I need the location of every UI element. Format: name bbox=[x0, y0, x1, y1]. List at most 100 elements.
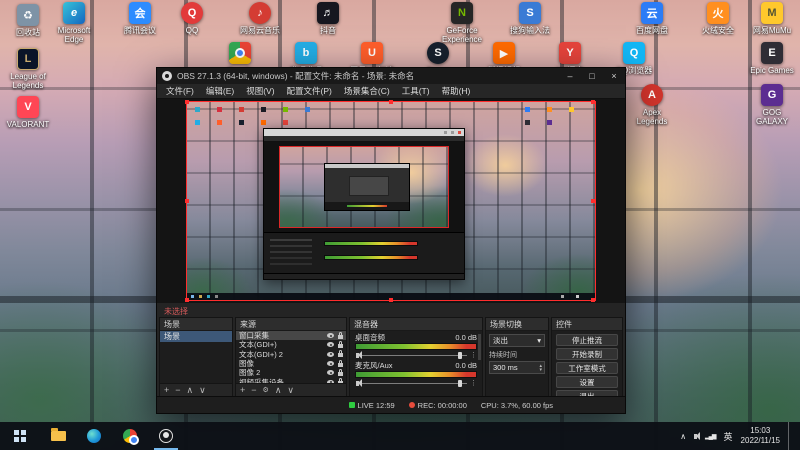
icon-glyph: U bbox=[368, 47, 376, 59]
add-source-button[interactable]: + bbox=[240, 385, 245, 395]
menu-edit[interactable]: 编辑(E) bbox=[200, 85, 240, 97]
desktop-icon-lol[interactable]: L League of Legends bbox=[4, 48, 52, 90]
obs-titlebar[interactable]: OBS 27.1.3 (64-bit, windows) - 配置文件: 未命名… bbox=[157, 68, 625, 84]
lock-icon[interactable] bbox=[338, 359, 343, 367]
slider-knob[interactable] bbox=[457, 351, 462, 359]
mini-audio-meter bbox=[324, 255, 418, 260]
tray-volume-icon[interactable] bbox=[694, 432, 701, 440]
scene-down-button[interactable]: ∨ bbox=[199, 385, 206, 395]
desktop-icon-gog[interactable]: G GOG GALAXY bbox=[748, 84, 796, 126]
visibility-eye-icon[interactable] bbox=[327, 370, 334, 376]
taskbar: ∧ ▂▄▆ 英 15:03 2022/11/15 bbox=[0, 422, 800, 450]
taskbar-obs[interactable] bbox=[148, 422, 184, 450]
tray-ime-indicator[interactable]: 英 bbox=[724, 430, 733, 443]
mixer-channel: 桌面音频 0.0 dB ⋮ bbox=[355, 334, 477, 359]
scenes-toolbar: + − ∧ ∨ bbox=[160, 383, 232, 396]
scene-up-button[interactable]: ∧ bbox=[187, 385, 194, 395]
desktop-icon-label: Apex Legends bbox=[636, 108, 668, 126]
notification-center-button[interactable] bbox=[788, 422, 794, 450]
remove-source-button[interactable]: − bbox=[251, 385, 256, 395]
controls-dock: 控件 停止推流 开始录制 工作室模式 设置 退出 bbox=[551, 317, 623, 397]
studio-mode-button[interactable]: 工作室模式 bbox=[556, 362, 618, 374]
desktop-icon-geforce[interactable]: N GeForce Experience bbox=[438, 2, 486, 44]
channel-menu-icon[interactable]: ⋮ bbox=[470, 379, 477, 387]
menu-view[interactable]: 视图(V) bbox=[240, 85, 280, 97]
stop-streaming-button[interactable]: 停止推流 bbox=[556, 334, 618, 346]
no-source-selected-label: 未选择 bbox=[164, 307, 188, 316]
taskbar-file-explorer[interactable] bbox=[40, 422, 76, 450]
desktop-icon-recycle-bin[interactable]: ♻ 回收站 bbox=[4, 4, 52, 37]
lock-icon[interactable] bbox=[338, 331, 343, 339]
lock-icon[interactable] bbox=[338, 340, 343, 348]
tencent-video-icon: ▶ bbox=[493, 42, 515, 64]
visibility-eye-icon[interactable] bbox=[327, 379, 334, 383]
source-row[interactable]: 视频采集设备 bbox=[236, 377, 346, 383]
source-up-button[interactable]: ∧ bbox=[275, 385, 282, 395]
captured-source-level-1[interactable] bbox=[185, 100, 596, 301]
desktop-icon-mumu[interactable]: M 网易MuMu bbox=[748, 2, 796, 35]
transition-select[interactable]: 淡出 ▾ bbox=[489, 334, 545, 347]
desktop-icon-qq[interactable]: Q QQ bbox=[168, 2, 216, 35]
desktop-icon-sogou[interactable]: S 搜狗输入法 bbox=[506, 2, 554, 35]
tray-chevron-up-icon[interactable]: ∧ bbox=[680, 432, 686, 441]
desktop-icon-netease-music[interactable]: ♪ 网易云音乐 bbox=[236, 2, 284, 35]
icon-glyph: L bbox=[24, 53, 32, 65]
menu-scene-collection[interactable]: 场景集合(C) bbox=[338, 85, 396, 97]
taskbar-edge[interactable] bbox=[76, 422, 112, 450]
menu-profile[interactable]: 配置文件(P) bbox=[281, 85, 338, 97]
lock-icon[interactable] bbox=[338, 378, 343, 383]
transition-selected-value: 淡出 bbox=[493, 336, 508, 345]
spinner-arrows[interactable]: ▴ ▾ bbox=[539, 363, 542, 372]
slider-track[interactable] bbox=[362, 351, 467, 359]
desktop-icon-label: 百度网盘 bbox=[636, 26, 668, 35]
visibility-eye-icon[interactable] bbox=[327, 361, 334, 367]
source-properties-gear-icon[interactable]: ⚙ bbox=[263, 387, 269, 394]
menu-help[interactable]: 帮助(H) bbox=[436, 85, 477, 97]
visibility-eye-icon[interactable] bbox=[327, 351, 334, 357]
source-down-button[interactable]: ∨ bbox=[287, 385, 294, 395]
scene-name: 场景 bbox=[164, 332, 180, 341]
windows-logo-icon bbox=[14, 430, 26, 442]
taskbar-chrome[interactable] bbox=[112, 422, 148, 450]
desktop-icon-baidu-netdisk[interactable]: 云 百度网盘 bbox=[628, 2, 676, 35]
steam-icon: S bbox=[427, 42, 449, 64]
desktop-icon-epic[interactable]: E Epic Games bbox=[748, 42, 796, 75]
duration-spinner[interactable]: 300 ms ▴ ▾ bbox=[489, 361, 545, 374]
maximize-button[interactable]: □ bbox=[581, 68, 603, 84]
volume-slider[interactable]: ⋮ bbox=[355, 379, 477, 387]
desktop-icon-huorong[interactable]: 火 火绒安全 bbox=[694, 2, 742, 35]
lock-icon[interactable] bbox=[338, 350, 343, 358]
menu-tools[interactable]: 工具(T) bbox=[396, 85, 436, 97]
speaker-icon[interactable] bbox=[356, 379, 362, 387]
lock-icon[interactable] bbox=[338, 368, 343, 376]
desktop-icon-label: Epic Games bbox=[750, 66, 794, 75]
scenes-list: 场景 bbox=[160, 331, 232, 383]
volume-slider[interactable]: ⋮ bbox=[355, 351, 477, 359]
desktop-icon-edge[interactable]: e Microsoft Edge bbox=[50, 2, 98, 44]
speaker-icon[interactable] bbox=[356, 351, 362, 359]
desktop-icon-apex[interactable]: A Apex Legends bbox=[628, 84, 676, 126]
channel-menu-icon[interactable]: ⋮ bbox=[470, 351, 477, 359]
add-scene-button[interactable]: + bbox=[164, 385, 169, 395]
desktop-icon-douyin[interactable]: ♬ 抖音 bbox=[304, 2, 352, 35]
tray-network-icon[interactable]: ▂▄▆ bbox=[705, 433, 717, 440]
settings-button[interactable]: 设置 bbox=[556, 376, 618, 388]
visibility-eye-icon[interactable] bbox=[327, 333, 334, 339]
close-button[interactable]: × bbox=[603, 68, 625, 84]
spin-down-icon[interactable]: ▾ bbox=[539, 367, 542, 372]
desktop-icon-tencent-meeting[interactable]: 会 腾讯会议 bbox=[116, 2, 164, 35]
minimize-button[interactable]: – bbox=[559, 68, 581, 84]
desktop-icon-valorant[interactable]: V VALORANT bbox=[4, 96, 52, 129]
tray-clock[interactable]: 15:03 2022/11/15 bbox=[741, 426, 780, 447]
icon-glyph: e bbox=[70, 7, 78, 19]
visibility-eye-icon[interactable] bbox=[327, 342, 334, 348]
remove-scene-button[interactable]: − bbox=[175, 385, 180, 395]
start-button[interactable] bbox=[0, 422, 40, 450]
scene-row[interactable]: 场景 bbox=[160, 331, 232, 342]
slider-knob[interactable] bbox=[457, 379, 462, 387]
slider-track[interactable] bbox=[362, 379, 467, 387]
selection-handles[interactable] bbox=[185, 100, 189, 104]
obs-logo-icon bbox=[162, 71, 172, 81]
start-recording-button[interactable]: 开始录制 bbox=[556, 348, 618, 360]
menu-file[interactable]: 文件(F) bbox=[160, 85, 200, 97]
